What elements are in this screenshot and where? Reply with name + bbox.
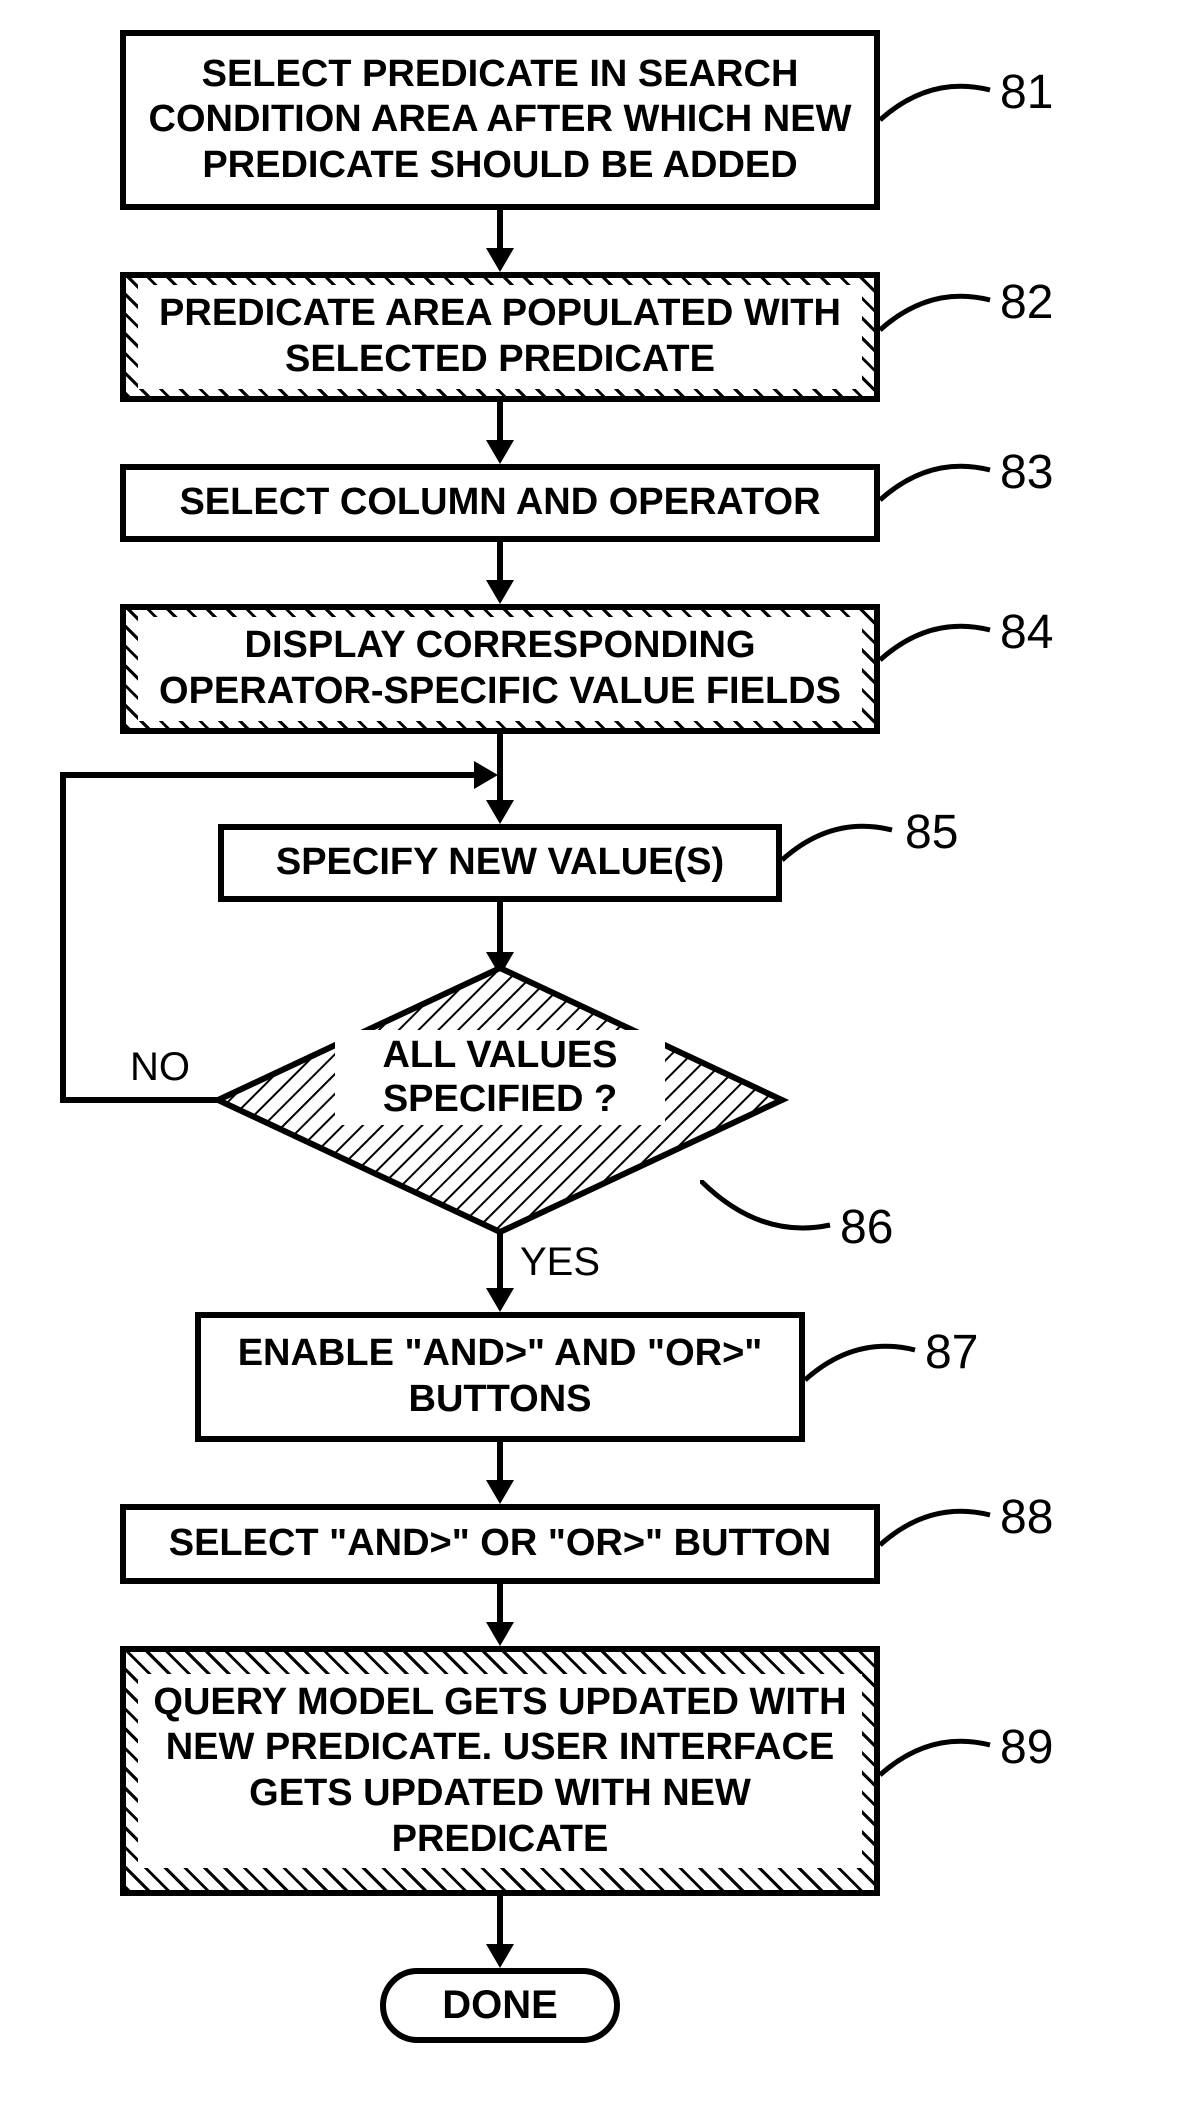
arrow-84-85-head bbox=[486, 800, 514, 824]
no-line-h1 bbox=[60, 1097, 218, 1103]
arrow-86-87-head bbox=[486, 1288, 514, 1312]
ref-84: 84 bbox=[1000, 605, 1053, 660]
arrow-82-83-line bbox=[497, 402, 503, 442]
step-87-box: ENABLE "AND>" AND "OR>" BUTTONS bbox=[195, 1312, 805, 1442]
step-82-box: PREDICATE AREA POPULATED WITH SELECTED P… bbox=[120, 272, 880, 402]
leader-84 bbox=[880, 620, 1000, 680]
step-81-text: SELECT PREDICATE IN SEARCH CONDITION ARE… bbox=[138, 52, 862, 189]
ref-87: 87 bbox=[925, 1325, 978, 1380]
arrow-83-84-line bbox=[497, 542, 503, 582]
step-83-text: SELECT COLUMN AND OPERATOR bbox=[179, 480, 820, 526]
step-89-text: QUERY MODEL GETS UPDATED WITH NEW PREDIC… bbox=[153, 1681, 846, 1860]
leader-86 bbox=[700, 1180, 840, 1250]
step-87-text: ENABLE "AND>" AND "OR>" BUTTONS bbox=[213, 1331, 787, 1422]
arrow-89-done-head bbox=[486, 1944, 514, 1968]
ref-81: 81 bbox=[1000, 65, 1053, 120]
leader-88 bbox=[880, 1505, 1000, 1565]
no-line-h2 bbox=[60, 772, 476, 778]
leader-81 bbox=[880, 80, 1000, 140]
flowchart: SELECT PREDICATE IN SEARCH CONDITION ARE… bbox=[0, 0, 1193, 2126]
ref-82: 82 bbox=[1000, 275, 1053, 330]
no-line-v bbox=[60, 772, 66, 1103]
ref-88: 88 bbox=[1000, 1490, 1053, 1545]
step-82-text: PREDICATE AREA POPULATED WITH SELECTED P… bbox=[159, 292, 841, 380]
decision-86-no-label: NO bbox=[130, 1045, 190, 1090]
step-84-box: DISPLAY CORRESPONDING OPERATOR-SPECIFIC … bbox=[120, 604, 880, 734]
arrow-86-87-line bbox=[497, 1232, 503, 1290]
step-84-text: DISPLAY CORRESPONDING OPERATOR-SPECIFIC … bbox=[159, 624, 841, 712]
step-85-box: SPECIFY NEW VALUE(S) bbox=[218, 824, 782, 902]
leader-89 bbox=[880, 1735, 1000, 1795]
decision-86-text: ALL VALUES SPECIFIED ? bbox=[335, 1030, 665, 1125]
arrow-89-done-line bbox=[497, 1896, 503, 1946]
ref-83: 83 bbox=[1000, 445, 1053, 500]
no-arrow-head bbox=[474, 761, 498, 789]
terminal-done: DONE bbox=[380, 1968, 620, 2043]
leader-87 bbox=[805, 1340, 925, 1400]
arrow-82-83-head bbox=[486, 440, 514, 464]
decision-86-yes-label: YES bbox=[520, 1240, 600, 1285]
arrow-87-88-line bbox=[497, 1442, 503, 1482]
ref-86: 86 bbox=[840, 1200, 893, 1255]
arrow-85-86-line bbox=[497, 902, 503, 954]
ref-85: 85 bbox=[905, 805, 958, 860]
terminal-done-text: DONE bbox=[442, 1983, 558, 2028]
arrow-88-89-head bbox=[486, 1622, 514, 1646]
leader-85 bbox=[782, 820, 902, 880]
step-83-box: SELECT COLUMN AND OPERATOR bbox=[120, 464, 880, 542]
step-89-box: QUERY MODEL GETS UPDATED WITH NEW PREDIC… bbox=[120, 1646, 880, 1896]
leader-82 bbox=[880, 290, 1000, 350]
arrow-87-88-head bbox=[486, 1480, 514, 1504]
arrow-88-89-line bbox=[497, 1584, 503, 1624]
step-88-text: SELECT "AND>" OR "OR>" BUTTON bbox=[169, 1521, 832, 1567]
ref-89: 89 bbox=[1000, 1720, 1053, 1775]
arrow-83-84-head bbox=[486, 580, 514, 604]
arrow-81-82-line bbox=[497, 210, 503, 250]
arrow-81-82-head bbox=[486, 248, 514, 272]
step-81-box: SELECT PREDICATE IN SEARCH CONDITION ARE… bbox=[120, 30, 880, 210]
leader-83 bbox=[880, 460, 1000, 520]
step-85-text: SPECIFY NEW VALUE(S) bbox=[276, 840, 724, 886]
step-88-box: SELECT "AND>" OR "OR>" BUTTON bbox=[120, 1504, 880, 1584]
